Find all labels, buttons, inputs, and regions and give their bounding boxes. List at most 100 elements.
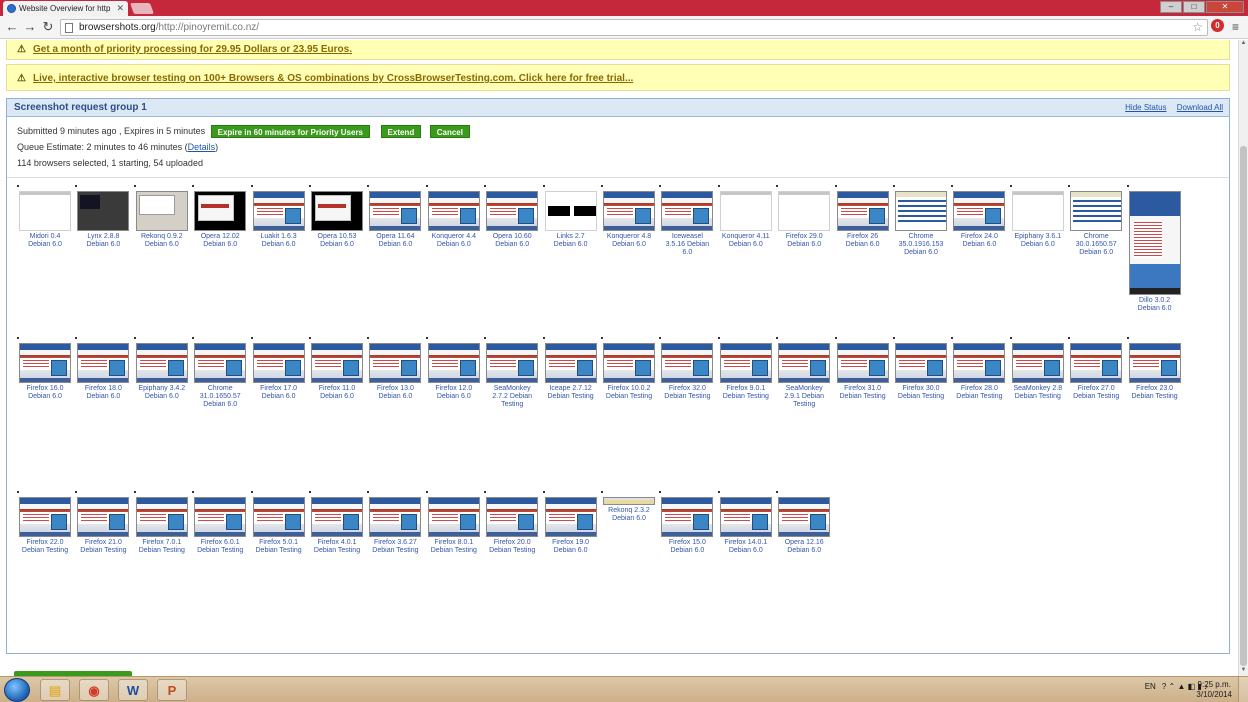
screenshot-item[interactable]: Firefox 26 Debian 6.0 <box>834 185 891 249</box>
browser-caption-link[interactable]: Firefox 7.0.1 Debian Testing <box>134 539 190 555</box>
browser-caption-link[interactable]: Firefox 16.0 Debian 6.0 <box>17 385 73 401</box>
screenshot-item[interactable]: Opera 11.64 Debian 6.0 <box>367 185 423 249</box>
screenshot-thumbnail[interactable] <box>1011 191 1064 231</box>
screenshot-thumbnail[interactable] <box>486 191 539 231</box>
browser-tab[interactable]: Website Overview for http ✕ <box>3 1 128 16</box>
browser-caption-link[interactable]: Firefox 6.0.1 Debian Testing <box>192 539 248 555</box>
back-arrow-icon[interactable]: ← <box>4 19 20 35</box>
screenshot-thumbnail[interactable] <box>895 343 947 383</box>
browser-caption-link[interactable]: Opera 12.02 Debian 6.0 <box>192 233 248 249</box>
language-indicator[interactable]: EN <box>1145 682 1156 691</box>
screenshot-item[interactable]: Luakit 1.6.3 Debian 6.0 <box>250 185 307 249</box>
browser-caption-link[interactable]: Firefox 23.0 Debian Testing <box>1127 385 1183 401</box>
screenshot-thumbnail[interactable] <box>311 497 363 537</box>
screenshot-thumbnail[interactable] <box>135 191 188 231</box>
screenshot-thumbnail[interactable] <box>661 497 714 537</box>
screenshot-thumbnail[interactable] <box>486 343 539 383</box>
screenshot-thumbnail[interactable] <box>19 497 71 537</box>
browser-caption-link[interactable]: Firefox 28.0 Debian Testing <box>951 385 1007 401</box>
browser-caption-link[interactable]: Konqueror 4.11 Debian 6.0 <box>718 233 774 249</box>
browser-caption-link[interactable]: SeaMonkey 2.8 Debian Testing <box>1010 385 1066 401</box>
screenshot-thumbnail[interactable] <box>719 343 772 383</box>
screenshot-item[interactable]: Firefox 4.0.1 Debian Testing <box>309 491 365 555</box>
screenshot-item[interactable]: Firefox 22.0 Debian Testing <box>17 491 73 555</box>
screenshot-item[interactable]: Dillo 3.0.2 Debian 6.0 <box>1126 185 1183 313</box>
screenshot-item[interactable]: Firefox 7.0.1 Debian Testing <box>133 491 190 555</box>
hide-status-link[interactable]: Hide Status <box>1125 103 1166 112</box>
browser-caption-link[interactable]: Firefox 24.0 Debian 6.0 <box>951 233 1007 249</box>
screenshot-item[interactable]: Firefox 12.0 Debian 6.0 <box>425 337 482 401</box>
screenshot-item[interactable]: Konqueror 4.11 Debian 6.0 <box>717 185 774 249</box>
extend-button[interactable]: Extend <box>380 125 422 139</box>
download-all-link[interactable]: Download All <box>1177 103 1223 112</box>
clock[interactable]: 9:25 p.m. 3/10/2014 <box>1196 680 1232 700</box>
browser-caption-link[interactable]: Midori 0.4 Debian 6.0 <box>17 233 73 249</box>
browser-caption-link[interactable]: Firefox 32.0 Debian Testing <box>659 385 715 401</box>
screenshot-thumbnail[interactable] <box>603 343 655 383</box>
screenshot-item[interactable]: Firefox 3.6.27 Debian Testing <box>367 491 423 555</box>
screenshot-item[interactable]: Firefox 24.0 Debian 6.0 <box>951 185 1007 249</box>
screenshot-thumbnail[interactable] <box>1128 191 1181 295</box>
screenshot-item[interactable]: Iceweasel 3.5.16 Debian 6.0 <box>659 185 715 257</box>
screenshot-item[interactable]: Opera 12.16 Debian 6.0 <box>776 491 832 555</box>
screenshot-item[interactable]: Konqueror 4.8 Debian 6.0 <box>601 185 657 249</box>
screenshot-thumbnail[interactable] <box>194 497 247 537</box>
screenshot-item[interactable]: Firefox 27.0 Debian Testing <box>1068 337 1124 401</box>
screenshot-item[interactable]: Opera 10.60 Debian 6.0 <box>484 185 540 249</box>
screenshot-thumbnail[interactable] <box>194 343 247 383</box>
chrome-menu-icon[interactable]: ≡ <box>1232 20 1239 34</box>
screenshot-thumbnail[interactable] <box>778 497 831 537</box>
address-bar[interactable]: browsershots.org/http://pinoyremit.co.nz… <box>60 19 1208 36</box>
screenshot-item[interactable]: Firefox 18.0 Debian 6.0 <box>75 337 131 401</box>
screenshot-thumbnail[interactable] <box>427 343 480 383</box>
screenshot-item[interactable]: Firefox 14.0.1 Debian 6.0 <box>717 491 774 555</box>
scroll-thumb[interactable] <box>1240 146 1247 666</box>
screenshot-thumbnail[interactable] <box>486 497 539 537</box>
screenshot-thumbnail[interactable] <box>836 343 889 383</box>
browser-caption-link[interactable]: Rekonq 2.3.2 Debian 6.0 <box>601 507 657 523</box>
priority-expire-button[interactable]: Expire in 60 minutes for Priority Users <box>210 125 371 139</box>
details-link[interactable]: Details <box>188 142 216 152</box>
extension-icon[interactable]: 0 <box>1211 19 1224 32</box>
screenshot-thumbnail[interactable] <box>778 343 831 383</box>
browser-caption-link[interactable]: Konqueror 4.4 Debian 6.0 <box>426 233 482 249</box>
screenshot-thumbnail[interactable] <box>77 191 130 231</box>
bookmark-star-icon[interactable]: ☆ <box>1192 20 1203 35</box>
screenshot-thumbnail[interactable] <box>1011 343 1064 383</box>
taskbar-chrome-icon[interactable]: ◉ <box>79 679 109 701</box>
screenshot-item[interactable]: Firefox 31.0 Debian Testing <box>834 337 891 401</box>
taskbar-powerpoint-icon[interactable]: P <box>157 679 187 701</box>
show-desktop-button[interactable] <box>1238 677 1248 702</box>
taskbar-word-icon[interactable]: W <box>118 679 148 701</box>
screenshot-thumbnail[interactable] <box>603 497 655 505</box>
screenshot-item[interactable]: Chrome 31.0.1650.57 Debian 6.0 <box>192 337 248 409</box>
screenshot-item[interactable]: Chrome 30.0.1650.57 Debian 6.0 <box>1068 185 1124 257</box>
new-tab-button[interactable] <box>129 3 155 14</box>
screenshot-item[interactable]: SeaMonkey 2.7.2 Debian Testing <box>484 337 540 409</box>
browser-caption-link[interactable]: Firefox 13.0 Debian 6.0 <box>367 385 423 401</box>
screenshot-thumbnail[interactable] <box>252 343 305 383</box>
screenshot-item[interactable]: Chrome 35.0.1916.153 Debian 6.0 <box>893 185 949 257</box>
screenshot-thumbnail[interactable] <box>661 343 714 383</box>
screenshot-thumbnail[interactable] <box>544 497 597 537</box>
browser-caption-link[interactable]: SeaMonkey 2.9.1 Debian Testing <box>776 385 832 409</box>
screenshot-thumbnail[interactable] <box>719 497 772 537</box>
screenshot-item[interactable]: Firefox 10.0.2 Debian Testing <box>601 337 657 401</box>
forward-arrow-icon[interactable]: → <box>22 19 38 35</box>
browser-caption-link[interactable]: Opera 10.60 Debian 6.0 <box>484 233 540 249</box>
browser-caption-link[interactable]: Chrome 30.0.1650.57 Debian 6.0 <box>1068 233 1124 257</box>
browser-caption-link[interactable]: Firefox 17.0 Debian 6.0 <box>251 385 307 401</box>
tab-close-icon[interactable]: ✕ <box>116 1 124 16</box>
screenshot-thumbnail[interactable] <box>369 191 422 231</box>
screenshot-item[interactable]: Midori 0.4 Debian 6.0 <box>17 185 73 249</box>
browser-caption-link[interactable]: Epiphany 3.4.2 Debian 6.0 <box>134 385 190 401</box>
browser-caption-link[interactable]: Firefox 31.0 Debian Testing <box>835 385 891 401</box>
browser-caption-link[interactable]: Firefox 30.0 Debian Testing <box>893 385 949 401</box>
browser-caption-link[interactable]: Firefox 12.0 Debian 6.0 <box>426 385 482 401</box>
screenshot-thumbnail[interactable] <box>19 343 71 383</box>
screenshot-thumbnail[interactable] <box>836 191 889 231</box>
close-window-button[interactable]: ✕ <box>1206 1 1244 13</box>
browser-caption-link[interactable]: Luakit 1.6.3 Debian 6.0 <box>251 233 307 249</box>
browser-caption-link[interactable]: Firefox 3.6.27 Debian Testing <box>367 539 423 555</box>
screenshot-item[interactable]: Firefox 20.0 Debian Testing <box>484 491 540 555</box>
